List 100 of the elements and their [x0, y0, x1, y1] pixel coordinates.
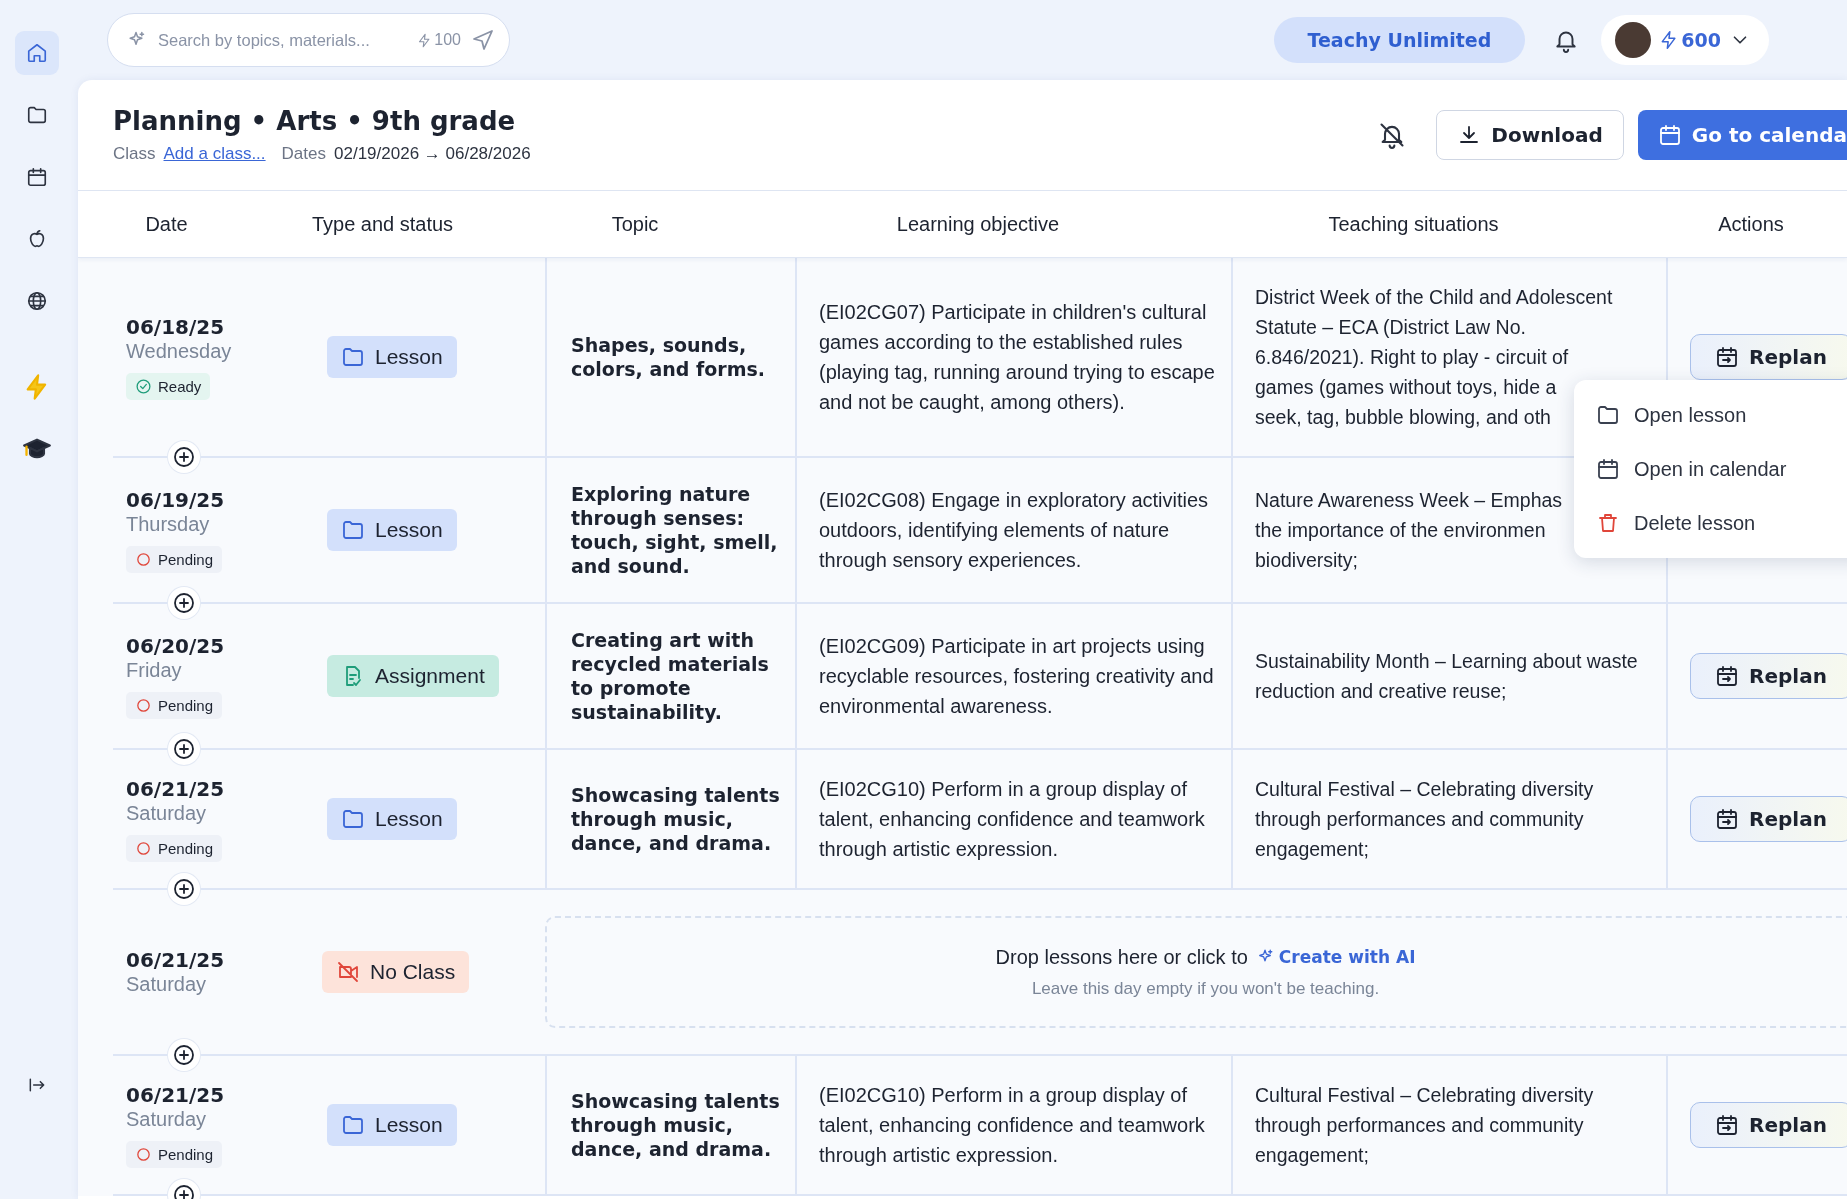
date: 06/20/25	[126, 633, 225, 658]
topic-text: Shapes, sounds, colors, and forms.	[570, 333, 766, 381]
plus-circle-icon	[172, 877, 196, 901]
type-tag[interactable]: Lesson	[327, 509, 457, 551]
calendar-icon	[1715, 807, 1739, 831]
dates-label: Dates	[281, 144, 326, 164]
status-badge: Pending	[126, 834, 223, 862]
date: 06/21/25	[126, 1082, 225, 1107]
calendar-icon	[1596, 457, 1620, 481]
menu-item[interactable]: Open lesson	[1574, 388, 1847, 442]
type-tag[interactable]: Assignment	[327, 655, 499, 697]
weekday: Wednesday	[126, 339, 232, 363]
date-range: 02/19/2026 → 06/28/2026	[334, 144, 531, 164]
plus-circle-icon	[172, 591, 196, 615]
date: 06/21/25	[126, 948, 225, 972]
column-header: Actions	[1717, 212, 1785, 236]
plus-circle-icon	[172, 737, 196, 761]
teaching-text: Cultural Festival – Celebrating diversity through performances and community engagement;	[1254, 1083, 1595, 1168]
credit-count: 600	[1681, 29, 1721, 51]
plus-circle-icon	[172, 1043, 196, 1067]
weekday: Friday	[126, 658, 182, 682]
weekday: Saturday	[126, 801, 207, 825]
globe-icon	[25, 290, 48, 312]
objective-text: (EI02CG09) Participate in art projects using recyclable resources, fostering creativity and environmental awareness.	[818, 634, 1215, 719]
bell-off-icon	[1378, 121, 1407, 149]
user-menu[interactable]: 600	[1601, 15, 1769, 65]
add-button[interactable]	[168, 1039, 200, 1071]
add-button[interactable]	[168, 441, 200, 473]
avatar	[1615, 22, 1652, 58]
send-icon	[471, 28, 495, 52]
menu-item[interactable]: Delete lesson	[1574, 496, 1847, 550]
add-button[interactable]	[168, 873, 200, 905]
column-header: Topic	[610, 212, 660, 236]
drop-zone[interactable]: Drop lessons here or click to Create with AI Leave this day empty if you won't be teaching.	[545, 916, 1847, 1028]
circle-icon	[135, 839, 152, 857]
create-with-ai-link[interactable]: Create with AI	[1255, 947, 1416, 967]
column-header: Learning objective	[895, 212, 1061, 236]
status-badge: Pending	[126, 691, 223, 719]
circle-icon	[135, 550, 152, 568]
calendar-button[interactable]: Go to calenda	[1637, 110, 1847, 160]
topic-text: Showcasing talents through music, dance, and drama.	[570, 783, 781, 855]
add-button[interactable]	[168, 587, 200, 619]
mute-button[interactable]	[1378, 121, 1407, 149]
menu-item[interactable]: Open in calendar	[1574, 442, 1847, 496]
teaching-text: Nature Awareness Week – Emphas the importance of the environmen biodiversity;	[1254, 488, 1563, 573]
status-badge: Pending	[126, 545, 223, 573]
drop-text: Drop lessons here or click to	[995, 945, 1248, 969]
objective-text: (EI02CG08) Engage in exploratory activities outdoors, identifying elements of nature through sensory experiences.	[818, 488, 1210, 573]
teaching-text: Cultural Festival – Celebrating diversity through performances and community engagement;	[1254, 777, 1595, 862]
folder-icon	[341, 1113, 365, 1137]
circle-icon	[135, 1145, 152, 1163]
trash-icon	[1596, 511, 1620, 535]
home-icon	[25, 42, 48, 64]
plan-badge[interactable]: Teachy Unlimited	[1273, 17, 1526, 63]
objective-text: (EI02CG07) Participate in children's cultural games according to the established rules (playing tag, running around trying to escape and not be caught, among others).	[818, 300, 1216, 415]
camera-off-icon	[336, 960, 360, 984]
add-button[interactable]	[168, 733, 200, 765]
hint-text: Leave this day empty if you won't be teaching.	[1031, 978, 1380, 999]
objective-text: (EI02CG10) Perform in a group display of talent, enhancing confidence and teamwork through artistic expression.	[818, 777, 1206, 862]
replan-button[interactable]: Replan	[1690, 1102, 1847, 1148]
replan-button[interactable]: Replan	[1690, 796, 1847, 842]
objective-text: (EI02CG10) Perform in a group display of talent, enhancing confidence and teamwork through artistic expression.	[818, 1083, 1206, 1168]
circle-icon	[135, 696, 152, 714]
teaching-text: games (games without toys, hide a seek, tag, bubble blowing, and oth	[1254, 375, 1557, 430]
type-tag[interactable]: Lesson	[327, 336, 457, 378]
type-tag[interactable]: Lesson	[327, 798, 457, 840]
folder-icon	[341, 518, 365, 542]
teaching-text: Sustainability Month – Learning about waste reduction and creative reuse;	[1254, 649, 1639, 704]
add-class-link[interactable]: Add a class...	[163, 144, 266, 164]
status-badge: Pending	[126, 1140, 223, 1168]
replan-button[interactable]: Replan	[1690, 334, 1847, 380]
topic-text: Showcasing talents through music, dance, and drama.	[570, 1089, 781, 1161]
replan-button[interactable]: Replan	[1690, 653, 1847, 699]
search-field[interactable]: Search by topics, materials...	[156, 29, 408, 51]
date: 06/19/25	[126, 487, 225, 512]
weekday: Thursday	[126, 512, 210, 536]
plus-circle-icon	[172, 445, 196, 469]
folder-icon	[341, 345, 365, 369]
calendar-icon	[1715, 664, 1739, 688]
topic-text: Exploring nature through senses: touch, sight, smell, and sound.	[570, 482, 779, 578]
calendar-icon	[1715, 345, 1739, 369]
folder-icon	[1596, 403, 1620, 427]
weekday: Saturday	[126, 1107, 207, 1131]
credit-count: 100	[434, 31, 461, 49]
page-title: Planning • Arts • 9th grade	[113, 106, 517, 136]
status-badge: Ready	[126, 372, 211, 400]
calendar-icon	[1657, 123, 1682, 147]
folder-icon	[25, 104, 48, 126]
column-header: Teaching situations	[1327, 212, 1500, 236]
weekday: Saturday	[126, 973, 207, 996]
download-button[interactable]: Download	[1436, 110, 1624, 160]
date: 06/21/25	[126, 776, 225, 801]
column-header: Type and status	[310, 212, 455, 236]
topic-text: Creating art with recycled materials to promote sustainability.	[570, 628, 770, 724]
column-header: Date	[144, 212, 189, 236]
folder-icon	[341, 807, 365, 831]
type-tag[interactable]: No Class	[322, 951, 470, 993]
type-tag[interactable]: Lesson	[327, 1104, 457, 1146]
calendar-icon	[25, 166, 48, 188]
class-label: Class	[113, 144, 156, 164]
